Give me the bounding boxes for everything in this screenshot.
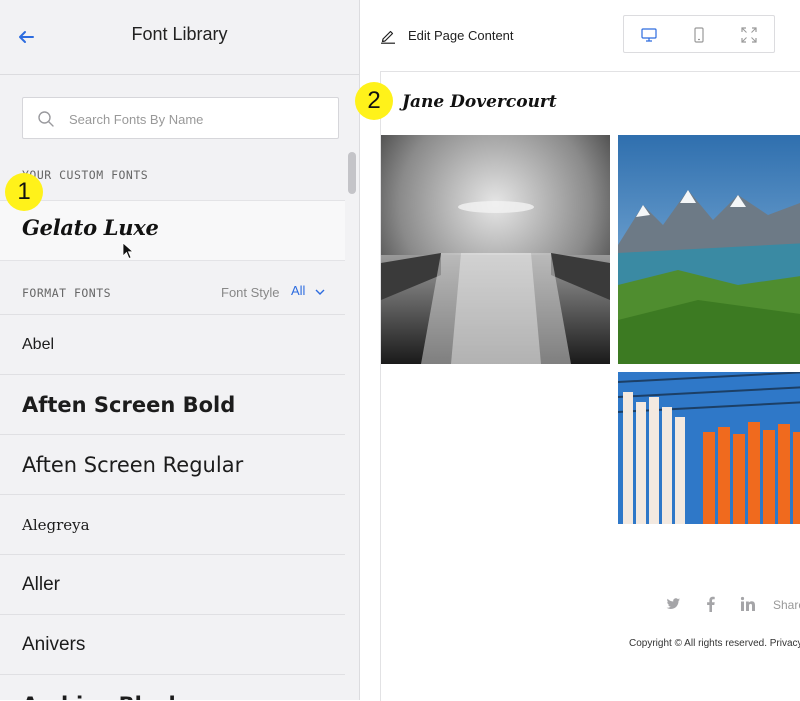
font-name-label: Abel bbox=[22, 335, 55, 353]
search-icon bbox=[38, 111, 54, 127]
font-list-item[interactable]: Aller bbox=[0, 555, 345, 615]
font-list-item[interactable]: Archivo Black bbox=[0, 675, 345, 700]
font-list: Abel Aften Screen Bold Aften Screen Regula… bbox=[0, 315, 345, 700]
twitter-icon[interactable] bbox=[665, 596, 681, 612]
site-title[interactable]: Jane Dovercourt bbox=[402, 92, 557, 112]
font-name-label: Alegreya bbox=[22, 515, 90, 534]
font-list-item[interactable]: Anivers bbox=[0, 615, 345, 675]
font-name-label: Aller bbox=[22, 573, 61, 595]
format-fonts-section-label: FORMAT FONTS bbox=[22, 286, 112, 300]
mobile-icon bbox=[694, 27, 704, 43]
pencil-icon bbox=[381, 30, 395, 44]
page-title: Font Library bbox=[131, 24, 228, 44]
share-label[interactable]: Share bbox=[773, 598, 800, 612]
font-list-item[interactable]: Alegreya bbox=[0, 495, 345, 555]
font-style-label: Font Style bbox=[221, 285, 280, 300]
panel-header: Font Library bbox=[0, 0, 359, 75]
edit-page-content-label: Edit Page Content bbox=[408, 28, 514, 43]
fullscreen-button[interactable] bbox=[740, 26, 758, 44]
font-list-item[interactable]: Abel bbox=[0, 315, 345, 375]
font-style-value: All bbox=[291, 283, 306, 298]
copyright-text: Copyright © All rights reserved. Privacy bbox=[629, 638, 800, 649]
gallery-image-pier[interactable] bbox=[381, 135, 610, 364]
facebook-icon[interactable] bbox=[703, 596, 719, 612]
font-style-dropdown[interactable]: All bbox=[291, 283, 325, 298]
custom-fonts-section-label: YOUR CUSTOM FONTS bbox=[22, 168, 149, 182]
custom-font-label: Gelato Luxe bbox=[22, 215, 159, 240]
font-name-label: Archivo Black bbox=[22, 693, 182, 701]
cursor-icon bbox=[122, 242, 134, 260]
chevron-down-icon bbox=[315, 289, 325, 295]
desktop-view-button[interactable] bbox=[640, 26, 658, 44]
format-fonts-header: FORMAT FONTS Font Style All bbox=[0, 260, 345, 315]
desktop-icon bbox=[641, 28, 657, 42]
linkedin-icon[interactable] bbox=[740, 596, 756, 612]
device-switcher bbox=[623, 15, 775, 53]
font-list-item[interactable]: Aften Screen Bold bbox=[0, 375, 345, 435]
fullscreen-icon bbox=[741, 27, 757, 43]
search-box[interactable] bbox=[22, 97, 339, 140]
site-preview: Jane Dovercourt Shar Copyright © All rig… bbox=[380, 71, 800, 701]
font-name-label: Aften Screen Bold bbox=[22, 392, 236, 417]
search-input[interactable] bbox=[67, 98, 331, 140]
callout-marker-1: 1 bbox=[5, 173, 43, 211]
gallery-image-mountain-lake[interactable] bbox=[618, 135, 800, 364]
font-name-label: Aften Screen Regular bbox=[22, 452, 244, 477]
custom-font-item[interactable]: Gelato Luxe bbox=[0, 200, 345, 261]
callout-marker-2: 2 bbox=[355, 82, 393, 120]
page-preview-panel: Edit Page Content Jane Dovercourt Shar C… bbox=[360, 0, 800, 701]
font-name-label: Anivers bbox=[22, 633, 86, 655]
gallery-image-textiles[interactable] bbox=[618, 372, 800, 524]
mobile-view-button[interactable] bbox=[690, 26, 708, 44]
font-list-item[interactable]: Aften Screen Regular bbox=[0, 435, 345, 495]
font-library-panel: Font Library YOUR CUSTOM FONTS Gelato Lu… bbox=[0, 0, 360, 700]
scrollbar[interactable] bbox=[348, 152, 356, 194]
